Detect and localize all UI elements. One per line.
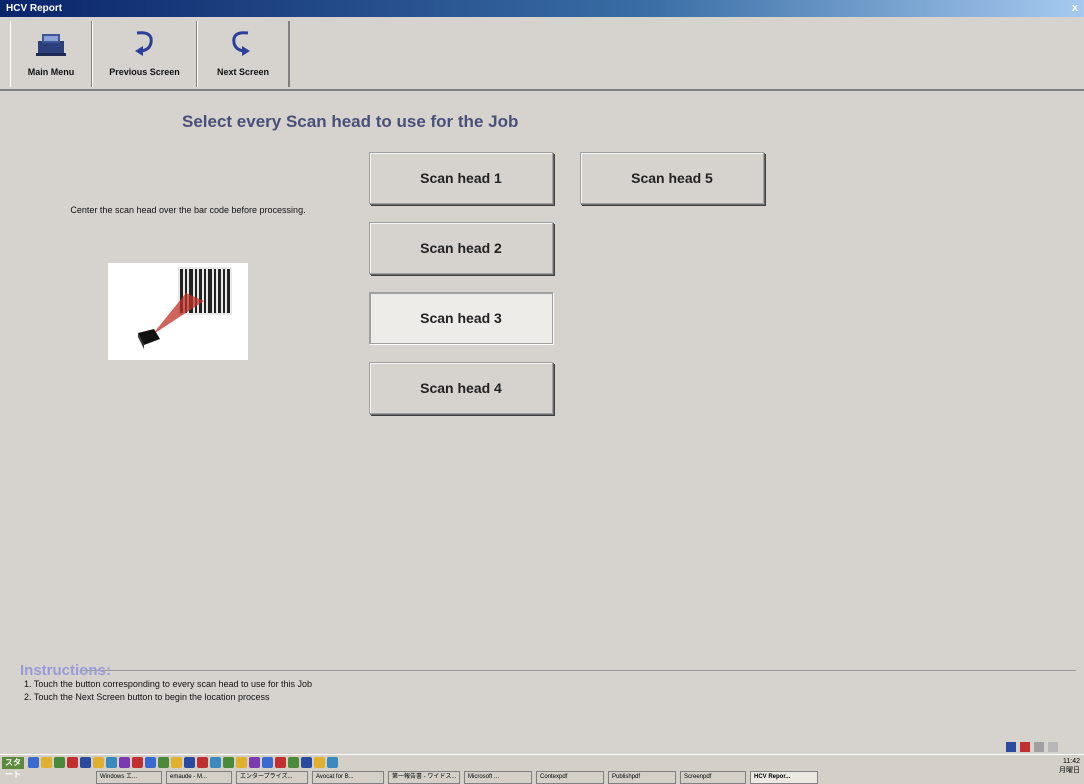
scan-head-3-button[interactable]: Scan head 3 bbox=[369, 292, 553, 344]
tray-network-icon[interactable] bbox=[1034, 742, 1044, 752]
taskbar-item[interactable]: emaude - M... bbox=[166, 771, 232, 784]
toolbar: Main Menu Previous Screen Next Screen bbox=[0, 17, 1084, 91]
previous-screen-icon bbox=[93, 27, 196, 59]
scanner-icon bbox=[138, 329, 160, 349]
quick-launch-icon[interactable] bbox=[132, 757, 143, 768]
taskbar-item[interactable]: Avocat for B... bbox=[312, 771, 384, 784]
taskbar-item[interactable]: エンタープライズ... bbox=[236, 771, 308, 784]
scan-head-4-button[interactable]: Scan head 4 bbox=[369, 362, 553, 414]
quick-launch-icon[interactable] bbox=[171, 757, 182, 768]
quick-launch-icon[interactable] bbox=[28, 757, 39, 768]
taskbar-item[interactable]: Publishpdf bbox=[608, 771, 676, 784]
main-menu-button[interactable]: Main Menu bbox=[10, 21, 93, 87]
instructions-title: Instructions: bbox=[20, 662, 111, 679]
quick-launch-icon[interactable] bbox=[119, 757, 130, 768]
taskbar-item[interactable]: 第一報告書 - ワイドス... bbox=[388, 771, 460, 784]
main-menu-label: Main Menu bbox=[27, 67, 75, 77]
tray-alert-icon[interactable] bbox=[1020, 742, 1030, 752]
main-menu-icon bbox=[11, 27, 91, 59]
previous-screen-button[interactable]: Previous Screen bbox=[92, 21, 198, 87]
quick-launch-icon[interactable] bbox=[262, 757, 273, 768]
quick-launch-icon[interactable] bbox=[80, 757, 91, 768]
quick-launch-icon[interactable] bbox=[210, 757, 221, 768]
quick-launch-icon[interactable] bbox=[184, 757, 195, 768]
quick-launch-icon[interactable] bbox=[197, 757, 208, 768]
quick-launch-icon[interactable] bbox=[327, 757, 338, 768]
quick-launch-icon[interactable] bbox=[314, 757, 325, 768]
instruction-line-1: 1. Touch the button corresponding to eve… bbox=[24, 679, 313, 689]
taskbar-item[interactable]: Contexpdf bbox=[536, 771, 604, 784]
status-strip bbox=[0, 742, 1084, 754]
quick-launch-icon[interactable] bbox=[158, 757, 169, 768]
next-screen-button[interactable]: Next Screen bbox=[197, 21, 290, 87]
quick-launch-icon[interactable] bbox=[145, 757, 156, 768]
quick-launch-icon[interactable] bbox=[236, 757, 247, 768]
taskbar-item[interactable]: Microsoft ... bbox=[464, 771, 532, 784]
scan-head-5-button[interactable]: Scan head 5 bbox=[580, 152, 764, 204]
clock-day: 月曜日 bbox=[1059, 767, 1080, 774]
instructions-divider bbox=[80, 670, 1076, 671]
quick-launch-icon[interactable] bbox=[275, 757, 286, 768]
quick-launch-icon[interactable] bbox=[223, 757, 234, 768]
quick-launch-icon[interactable] bbox=[301, 757, 312, 768]
taskbar: スタート Windows エ... emaude - M... エンタープライズ… bbox=[0, 754, 1084, 784]
clock-time: 11:42 bbox=[1063, 758, 1080, 765]
quick-launch-icon[interactable] bbox=[249, 757, 260, 768]
start-button[interactable]: スタート bbox=[2, 757, 24, 779]
quick-launch-icon[interactable] bbox=[67, 757, 78, 768]
instruction-line-2: 2. Touch the Next Screen button to begin… bbox=[24, 692, 270, 702]
quick-launch-icon[interactable] bbox=[41, 757, 52, 768]
taskbar-clock[interactable]: 11:42 月曜日 bbox=[1056, 757, 1080, 775]
tray-icons bbox=[1006, 742, 1058, 752]
scan-head-1-button[interactable]: Scan head 1 bbox=[369, 152, 553, 204]
quick-launch-icon[interactable] bbox=[54, 757, 65, 768]
next-screen-icon bbox=[198, 27, 288, 59]
scan-head-2-button[interactable]: Scan head 2 bbox=[369, 222, 553, 274]
next-screen-label: Next Screen bbox=[216, 67, 270, 77]
quick-launch-icon[interactable] bbox=[288, 757, 299, 768]
quick-launch-bar bbox=[28, 757, 338, 768]
quick-launch-icon[interactable] bbox=[106, 757, 117, 768]
task-list: Windows エ... emaude - M... エンタープライズ... A… bbox=[96, 771, 818, 784]
barcode-scanner-illustration bbox=[108, 263, 248, 360]
quick-launch-icon[interactable] bbox=[93, 757, 104, 768]
window-title: HCV Report bbox=[6, 3, 63, 14]
taskbar-item[interactable]: Windows エ... bbox=[96, 771, 162, 784]
tray-app-icon[interactable] bbox=[1006, 742, 1016, 752]
taskbar-item-active[interactable]: HCV Repor... bbox=[750, 771, 818, 784]
instructions-panel: Instructions: 1. Touch the button corres… bbox=[8, 662, 1084, 742]
previous-screen-label: Previous Screen bbox=[109, 67, 180, 77]
page-heading: Select every Scan head to use for the Jo… bbox=[182, 112, 519, 131]
close-window-button[interactable]: x bbox=[1072, 0, 1078, 17]
taskbar-item[interactable]: Screenpdf bbox=[680, 771, 746, 784]
title-bar: HCV Report x bbox=[0, 0, 1084, 17]
tray-keyboard-icon[interactable] bbox=[1048, 742, 1058, 752]
centering-hint: Center the scan head over the bar code b… bbox=[70, 205, 306, 215]
